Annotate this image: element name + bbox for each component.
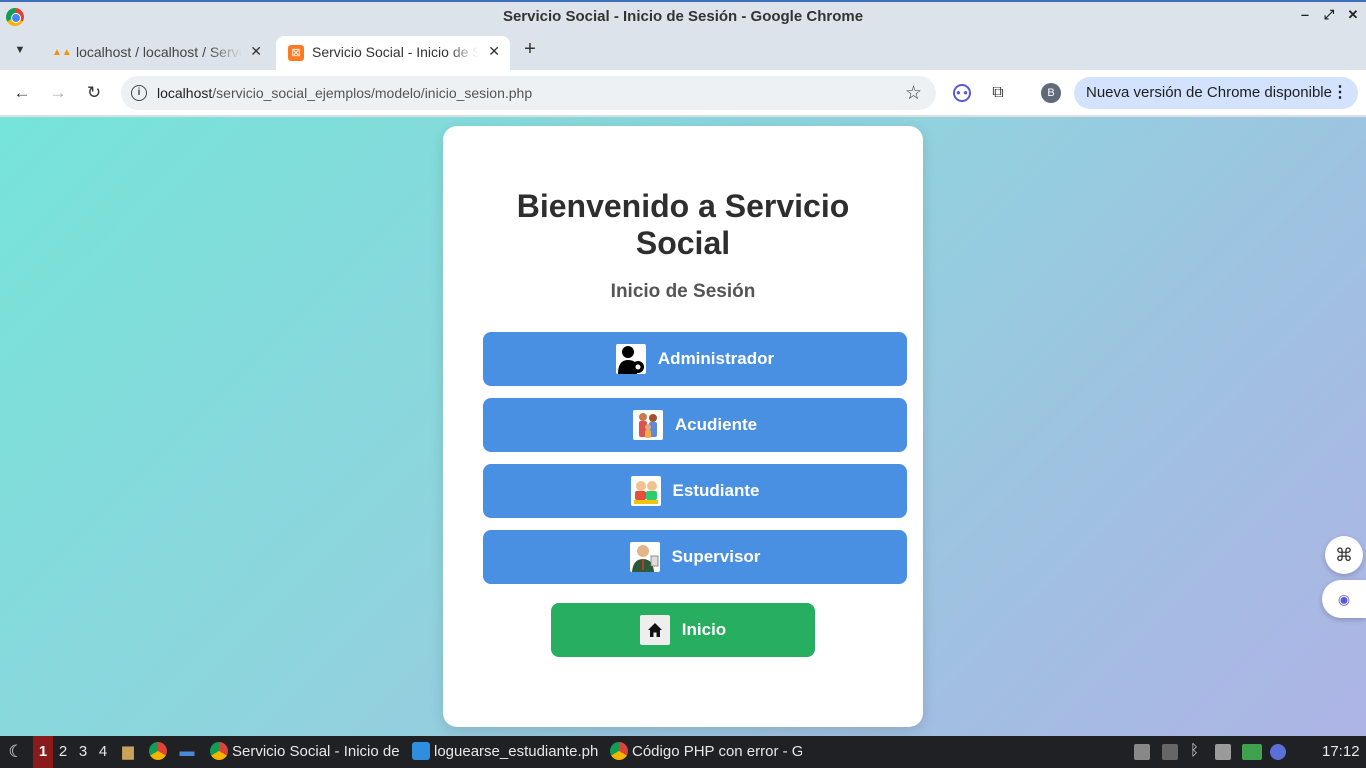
workspace-4[interactable]: 4 (93, 736, 113, 768)
workspace-1[interactable]: 1 (33, 736, 53, 768)
update-label: Nueva versión de Chrome disponible (1086, 84, 1332, 101)
student-button[interactable]: Estudiante (483, 464, 907, 518)
tab-strip: ▼ ▲▲ localhost / localhost / Servicio So… (0, 30, 1366, 70)
bookmark-star-icon[interactable]: ☆ (905, 82, 922, 105)
menu-kebab-icon[interactable]: ⋮ (1332, 82, 1348, 102)
xampp-icon: ⊠ (288, 45, 304, 61)
url-path: /servicio_social_ejemplos/modelo/inicio_… (212, 85, 533, 101)
workspace-3[interactable]: 3 (73, 736, 93, 768)
assistant-face-icon[interactable]: ◉ (1322, 580, 1366, 618)
tray-mute-icon[interactable] (1162, 744, 1178, 760)
taskbar: ☾ 1 2 3 4 ▆ ▬ Servicio Social - Inicio d… (0, 736, 1366, 768)
tab-close-icon[interactable]: ✕ (250, 43, 262, 60)
forward-icon[interactable]: → (47, 82, 69, 104)
supervisor-icon (629, 542, 660, 572)
family-icon (632, 410, 663, 440)
login-card: Bienvenido a Servicio Social Inicio de S… (443, 126, 923, 727)
admin-gear-icon (615, 344, 646, 374)
browser-toolbar: ← → ↻ i localhost/servicio_social_ejempl… (0, 70, 1366, 116)
student-button-label: Estudiante (672, 481, 760, 500)
address-bar[interactable]: i localhost/servicio_social_ejemplos/mod… (121, 76, 936, 110)
extension-face-icon[interactable]: ● ● (953, 84, 971, 102)
tab-label: Servicio Social - Inicio de Sesión (312, 44, 478, 60)
bluetooth-icon[interactable]: ᛒ (1190, 742, 1206, 759)
taskbar-task-vscode[interactable]: loguearse_estudiante.php (412, 736, 598, 768)
home-icon (639, 615, 670, 645)
extensions-puzzle-icon[interactable]: ⧉ (987, 82, 1009, 104)
window-titlebar: Servicio Social - Inicio de Sesión - Goo… (0, 0, 1366, 30)
page-subtitle: Inicio de Sesión (610, 281, 756, 302)
window-title: Servicio Social - Inicio de Sesión - Goo… (502, 8, 864, 25)
tab-phpmyadmin[interactable]: ▲▲ localhost / localhost / Servicio Soci… (40, 36, 272, 70)
network-icon[interactable] (1215, 744, 1231, 760)
command-icon[interactable]: ⌘ (1325, 536, 1363, 574)
tab-label: localhost / localhost / Servicio Social (76, 44, 242, 60)
battery-icon[interactable] (1242, 744, 1262, 760)
maximize-icon[interactable]: ⤢ (1320, 7, 1338, 23)
back-icon[interactable]: ← (11, 82, 33, 104)
clock: 17:12 (1322, 743, 1360, 760)
chrome-update-button[interactable]: Nueva versión de Chrome disponible ⋮ (1074, 77, 1358, 109)
notification-icon[interactable] (1270, 744, 1286, 760)
home-button[interactable]: Inicio (551, 603, 815, 657)
taskbar-task-servicio-social[interactable]: Servicio Social - Inicio de Sesión (210, 736, 400, 768)
workspace-2[interactable]: 2 (53, 736, 73, 768)
tray-upload-icon[interactable] (1134, 744, 1150, 760)
vscode-icon (412, 742, 430, 760)
minimize-icon[interactable]: ‒ (1296, 7, 1314, 22)
admin-button-label: Administrador (657, 349, 775, 368)
app-menu-icon[interactable]: ☾ (6, 736, 26, 768)
tab-search-chevron-icon[interactable]: ▼ (8, 38, 32, 62)
guardian-button[interactable]: Acudiente (483, 398, 907, 452)
task-label: loguearse_estudiante.php (434, 743, 598, 760)
task-label: Servicio Social - Inicio de Sesión (232, 743, 400, 760)
page-viewport: Bienvenido a Servicio Social Inicio de S… (0, 117, 1366, 736)
chrome-icon (610, 742, 628, 760)
admin-button[interactable]: Administrador (483, 332, 907, 386)
task-label: Código PHP con error - Google Chrome (632, 743, 802, 760)
tab-servicio-social[interactable]: ⊠ Servicio Social - Inicio de Sesión ✕ (276, 36, 510, 70)
chrome-icon (210, 742, 228, 760)
page-title: Bienvenido a Servicio Social (516, 188, 850, 261)
taskbar-task-codigo-php[interactable]: Código PHP con error - Google Chrome (610, 736, 802, 768)
home-button-label: Inicio (681, 620, 727, 639)
site-info-icon[interactable]: i (131, 85, 147, 101)
file-manager-icon[interactable]: ▆ (118, 736, 138, 768)
desktop-icon[interactable]: ▬ (177, 736, 197, 768)
tab-close-icon[interactable]: ✕ (488, 43, 500, 60)
chrome-launcher-icon[interactable] (149, 736, 169, 768)
guardian-button-label: Acudiente (674, 415, 758, 434)
url-host: localhost (157, 85, 213, 101)
phpmyadmin-icon: ▲▲ (52, 47, 72, 58)
supervisor-button[interactable]: Supervisor (483, 530, 907, 584)
url-text[interactable]: localhost/servicio_social_ejemplos/model… (157, 85, 532, 101)
reload-icon[interactable]: ↻ (83, 82, 105, 104)
new-tab-button[interactable]: + (520, 38, 540, 61)
profile-avatar[interactable]: B (1041, 83, 1061, 103)
students-icon (630, 476, 661, 506)
supervisor-button-label: Supervisor (671, 547, 761, 566)
close-window-icon[interactable]: ✕ (1344, 7, 1362, 23)
